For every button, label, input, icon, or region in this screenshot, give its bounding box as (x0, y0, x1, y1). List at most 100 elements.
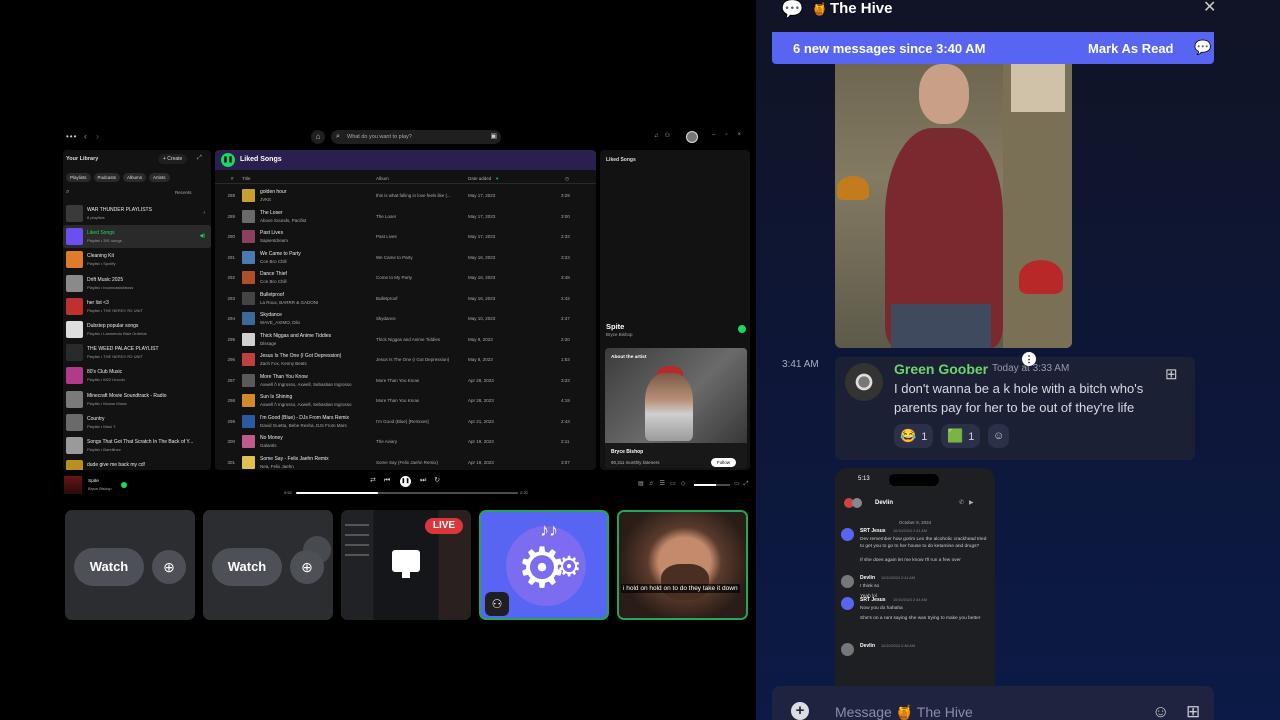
track-row[interactable]: 300 No Money Galantis The Aviary Apr 19, 202… (215, 432, 596, 453)
chip-podcasts[interactable]: Podcasts (93, 173, 121, 182)
watch-stream-icon[interactable]: ⊕ (152, 550, 186, 584)
back-icon[interactable]: ‹ (84, 131, 87, 141)
message-author[interactable]: Green Goober (894, 361, 988, 377)
track-artist[interactable]: La Roux, BARRR & GADONI (260, 300, 370, 305)
chip-albums[interactable]: Albums (123, 173, 147, 182)
track-title[interactable]: Skydance (260, 312, 370, 318)
library-item[interactable]: Songs That Got That Scratch In The Back … (63, 434, 211, 457)
fullscreen-icon[interactable]: ▭⤢ (734, 480, 752, 488)
track-title[interactable]: Thick Niggas and Anime Tiddies (260, 333, 370, 339)
avatar[interactable] (845, 363, 883, 401)
track-row[interactable]: 297 More Than You Know Axwell /\ Ingrosso,… (215, 371, 596, 392)
now-playing-artist[interactable]: Bryce Bishop (606, 332, 633, 337)
track-artist[interactable]: Sapientdream (260, 238, 370, 243)
track-artist[interactable]: Con Bro Chill (260, 279, 370, 284)
about-artist-card[interactable]: About the artist Bryce Bishop 90,311 mon… (605, 348, 747, 468)
library-item[interactable]: Dubstep popular songs Playlist • Lasmendo… (63, 318, 211, 341)
track-row[interactable]: 288 golden hour JVKE this is what falling i… (215, 186, 596, 207)
track-row[interactable]: 290 Past Lives Sapientdream Past Lives May 1… (215, 227, 596, 248)
track-album[interactable]: Thick Niggas and Anime Tiddies (376, 337, 464, 342)
col-date-added[interactable]: Date added (468, 176, 491, 181)
track-title[interactable]: Bulletproof (260, 292, 370, 298)
stream-tile-2[interactable]: Watch ⊕ (203, 510, 333, 620)
mark-read-icon[interactable]: 💬 (1194, 39, 1211, 56)
play-button[interactable]: ❚❚ (221, 153, 235, 167)
track-row[interactable]: 289 The Loser Above Sounds, Pacifist The Lo… (215, 207, 596, 228)
search-input[interactable]: ⌕ What do you want to play? ▣ (331, 130, 501, 144)
library-item[interactable]: WAR THUNDER PLAYLISTS 8 playlists › (63, 202, 211, 225)
track-album[interactable]: I'm Good (Blue) [Remixes] (376, 419, 464, 424)
now-playing-song[interactable]: Spite (606, 322, 624, 331)
library-item[interactable]: Liked Songs Playlist • 391 songs ◀) (63, 225, 211, 249)
follow-button[interactable]: Follow (711, 458, 737, 467)
track-title[interactable]: No Money (260, 435, 370, 441)
create-button[interactable]: + Create (158, 154, 188, 164)
track-row[interactable]: 294 Skydance WAVE_AXIMO, Dilo Skydance May 1… (215, 309, 596, 330)
chat-bubble-icon[interactable]: 💬 (781, 0, 803, 18)
col-album[interactable]: Album (376, 176, 389, 181)
stream-tile-live[interactable]: LIVE (341, 510, 471, 620)
camera-tile[interactable]: i hold on hold on to do they take it dow… (617, 510, 748, 620)
mark-as-read-button[interactable]: Mark As Read (1088, 41, 1174, 56)
track-title[interactable]: Dance Thief (260, 271, 370, 277)
track-artist[interactable]: Axwell /\ Ingrosso, Axwell, Sebastian In… (260, 382, 370, 387)
screenshot-attachment[interactable]: 5:13 Devlin ✆▶ October 9, 2024 SRT Jesus… (835, 468, 995, 688)
window-controls[interactable]: –▫× (712, 132, 751, 138)
track-album[interactable]: We Came to Party (376, 255, 464, 260)
track-album[interactable]: Some Say (Felix Jaehn Remix) (376, 460, 464, 465)
image-attachment[interactable] (835, 64, 1072, 348)
track-row[interactable]: 301 Some Say - Felix Jaehn Remix Nea, Feli… (215, 453, 596, 471)
track-artist[interactable]: WAVE_AXIMO, Dilo (260, 320, 370, 325)
track-row[interactable]: 298 Sun Is Shining Axwell /\ Ingrosso, Axw… (215, 391, 596, 412)
menu-icon[interactable]: ••• (66, 132, 77, 141)
track-album[interactable]: Past Lives (376, 234, 464, 239)
next-repeat-controls[interactable]: ⏭↻ (420, 476, 448, 485)
track-title[interactable]: golden hour (260, 189, 370, 195)
library-item[interactable]: Drift Music 2025 Playlist • boomcastsbbos… (63, 272, 211, 295)
watch-button[interactable]: Watch (212, 548, 282, 586)
track-album[interactable]: Jesus Is The One (I Got Depression) (376, 357, 464, 362)
library-item[interactable]: her list <3 Playlist • THE NERDY R2 UNIT (63, 295, 211, 318)
track-artist[interactable]: Above Sounds, Pacifist (260, 218, 370, 223)
queue-lyrics-icons[interactable]: ▤♬☰▭◇ (638, 480, 690, 487)
track-title[interactable]: Some Say - Felix Jaehn Remix (260, 456, 370, 462)
track-title[interactable]: We Came to Party (260, 251, 370, 257)
stream-tile-1[interactable]: Watch ⊕ (65, 510, 195, 620)
library-item[interactable]: 80's Club Music Playlist • M22 Lincoln (63, 364, 211, 387)
track-album[interactable]: The Loser (376, 214, 464, 219)
message-composer[interactable]: + Message 🍯 The Hive ☺ ⊞ (772, 686, 1214, 720)
track-album[interactable]: More Than You Know (376, 398, 464, 403)
reaction-green[interactable]: 🟩 1 (941, 424, 981, 448)
col-title[interactable]: Title (242, 176, 250, 181)
expand-icon[interactable]: ⤢ (197, 155, 202, 162)
track-title[interactable]: More Than You Know (260, 374, 370, 380)
track-title[interactable]: I'm Good (Blue) - DJs From Mars Remix (260, 415, 370, 421)
track-row[interactable]: 295 Thick Niggas and Anime Tiddies Dlssage… (215, 330, 596, 351)
track-album[interactable]: this is what falling in love feels like … (376, 193, 464, 198)
chip-artists[interactable]: Artists (149, 173, 170, 182)
track-artist[interactable]: Axwell /\ Ingrosso, Axwell, Sebastian In… (260, 402, 370, 407)
track-artist[interactable]: Dlssage (260, 341, 370, 346)
activity-tile[interactable]: ♪♪ ⚙ ⚙ ⚇ (479, 510, 609, 620)
saved-check-icon[interactable] (738, 325, 746, 333)
track-album[interactable]: Come to My Party (376, 275, 464, 280)
track-row[interactable]: 292 Dance Thief Con Bro Chill Come to My Pa… (215, 268, 596, 289)
browse-icon[interactable]: ▣ (490, 130, 497, 144)
library-search-icon[interactable]: ⌕ (66, 189, 69, 196)
message-input[interactable]: Message 🍯 The Hive (835, 704, 973, 720)
library-item[interactable]: Cleaning Kit Playlist • Spotify (63, 248, 211, 271)
track-album[interactable]: The Aviary (376, 439, 464, 444)
player-saved-icon[interactable] (121, 482, 127, 488)
add-attachment-button[interactable]: + (791, 702, 809, 720)
now-playing-cover[interactable] (64, 476, 82, 494)
home-icon[interactable]: ⌂ (311, 130, 325, 144)
track-row[interactable]: 299 I'm Good (Blue) - DJs From Mars Remix… (215, 412, 596, 433)
message[interactable]: Green Goober Today at 3:33 AM ⋮ ⊞ I don'… (835, 352, 1195, 460)
watch-stream-icon[interactable]: ⊕ (290, 550, 324, 584)
track-artist[interactable]: Zach Fox, Kenny Beats (260, 361, 370, 366)
library-item[interactable]: THE WEED PALACE PLAYLIST Playlist • THE N… (63, 341, 211, 364)
more-options-icon[interactable]: ⋮ (1022, 352, 1036, 366)
avatar[interactable] (686, 131, 698, 143)
watch-button[interactable]: Watch (74, 548, 144, 586)
apps-icon[interactable]: ⊞ (1186, 702, 1200, 720)
